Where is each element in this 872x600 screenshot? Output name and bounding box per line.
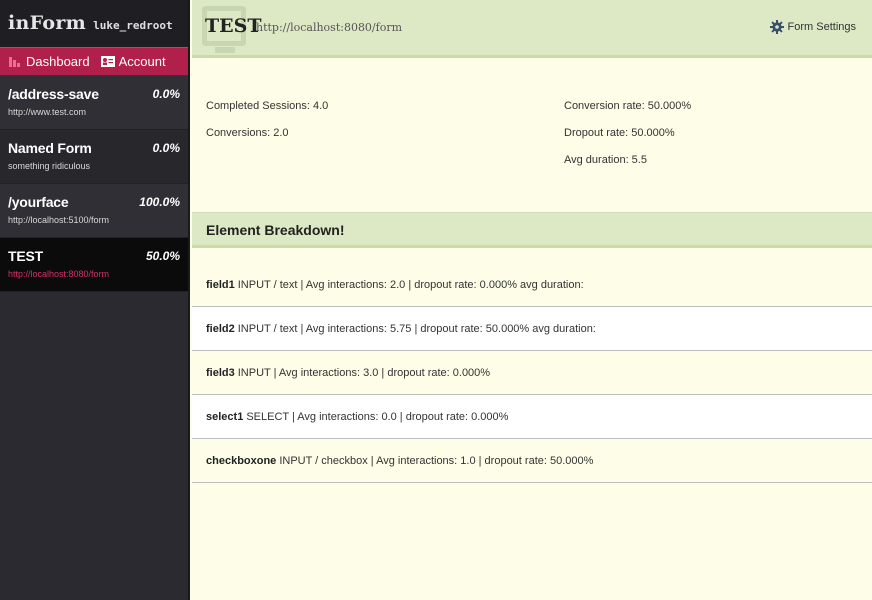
- element-details: SELECT | Avg interactions: 0.0 | dropout…: [246, 410, 509, 423]
- element-details: INPUT / checkbox | Avg interactions: 1.0…: [279, 454, 594, 467]
- element-row: select1 SELECT | Avg interactions: 0.0 |…: [192, 395, 872, 439]
- brand: inForm luke_redroot: [0, 0, 188, 47]
- element-list: field1 INPUT / text | Avg interactions: …: [192, 248, 872, 483]
- username: luke_redroot: [93, 19, 173, 32]
- form-conversion: 50.0%: [145, 249, 180, 263]
- form-item[interactable]: Named Form 0.0% something ridiculous: [0, 130, 188, 184]
- element-name: field3: [206, 366, 235, 379]
- breakdown-title: Element Breakdown!: [206, 222, 345, 238]
- element-details: INPUT | Avg interactions: 3.0 | dropout …: [237, 366, 491, 379]
- form-url: http://localhost:8080/form: [8, 269, 110, 279]
- page-title: TEST: [205, 15, 262, 37]
- page-header: TEST http://localhost:8080/form Form Set…: [192, 0, 872, 58]
- form-settings-button[interactable]: Form Settings: [769, 20, 856, 34]
- account-label: Account: [118, 54, 166, 69]
- form-url: http://www.test.com: [8, 107, 87, 117]
- form-item[interactable]: /address-save 0.0% http://www.test.com: [0, 76, 188, 130]
- id-card-icon: [100, 56, 115, 67]
- account-button[interactable]: Account: [100, 54, 166, 69]
- stats-panel: Completed Sessions: 4.0 Conversions: 2.0…: [192, 58, 872, 212]
- element-name: select1: [206, 410, 244, 423]
- element-name: checkboxone: [206, 454, 277, 467]
- breakdown-header: Element Breakdown!: [192, 212, 872, 248]
- nav-bar: Dashboard Account: [0, 47, 188, 76]
- element-row: field1 INPUT / text | Avg interactions: …: [192, 248, 872, 307]
- form-url: http://localhost:5100/form: [8, 215, 110, 225]
- dropout-rate: Dropout rate: 50.000%: [564, 127, 675, 139]
- stats-left: Completed Sessions: 4.0 Conversions: 2.0: [206, 100, 328, 154]
- completed-sessions: Completed Sessions: 4.0: [206, 100, 329, 112]
- element-row: field2 INPUT / text | Avg interactions: …: [192, 307, 872, 351]
- element-row: checkboxone INPUT / checkbox | Avg inter…: [192, 439, 872, 483]
- page-url: http://localhost:8080/form: [256, 21, 403, 34]
- form-conversion: 0.0%: [152, 141, 180, 155]
- gear-icon: [769, 20, 784, 34]
- form-conversion: 0.0%: [152, 87, 180, 101]
- form-settings-label: Form Settings: [787, 21, 856, 33]
- bar-chart-icon: [9, 56, 22, 67]
- conversion-rate: Conversion rate: 50.000%: [564, 100, 692, 112]
- element-name: field2: [206, 322, 235, 335]
- stats-right: Conversion rate: 50.000% Dropout rate: 5…: [564, 100, 691, 181]
- conversions: Conversions: 2.0: [206, 127, 289, 139]
- form-item-active[interactable]: TEST 50.0% http://localhost:8080/form: [0, 238, 188, 292]
- element-name: field1: [206, 278, 235, 291]
- main-content: TEST http://localhost:8080/form Form Set…: [192, 0, 872, 600]
- form-item[interactable]: /yourface 100.0% http://localhost:5100/f…: [0, 184, 188, 238]
- app-logo[interactable]: inForm: [8, 12, 86, 34]
- element-details: INPUT / text | Avg interactions: 2.0 | d…: [237, 278, 584, 291]
- element-row: field3 INPUT | Avg interactions: 3.0 | d…: [192, 351, 872, 395]
- form-url: something ridiculous: [8, 161, 91, 171]
- form-conversion: 100.0%: [139, 195, 180, 209]
- element-details: INPUT / text | Avg interactions: 5.75 | …: [237, 322, 596, 335]
- dashboard-label: Dashboard: [26, 54, 90, 69]
- avg-duration: Avg duration: 5.5: [564, 154, 647, 166]
- dashboard-button[interactable]: Dashboard: [9, 54, 90, 69]
- sidebar: inForm luke_redroot Dashboard Account /a…: [0, 0, 190, 600]
